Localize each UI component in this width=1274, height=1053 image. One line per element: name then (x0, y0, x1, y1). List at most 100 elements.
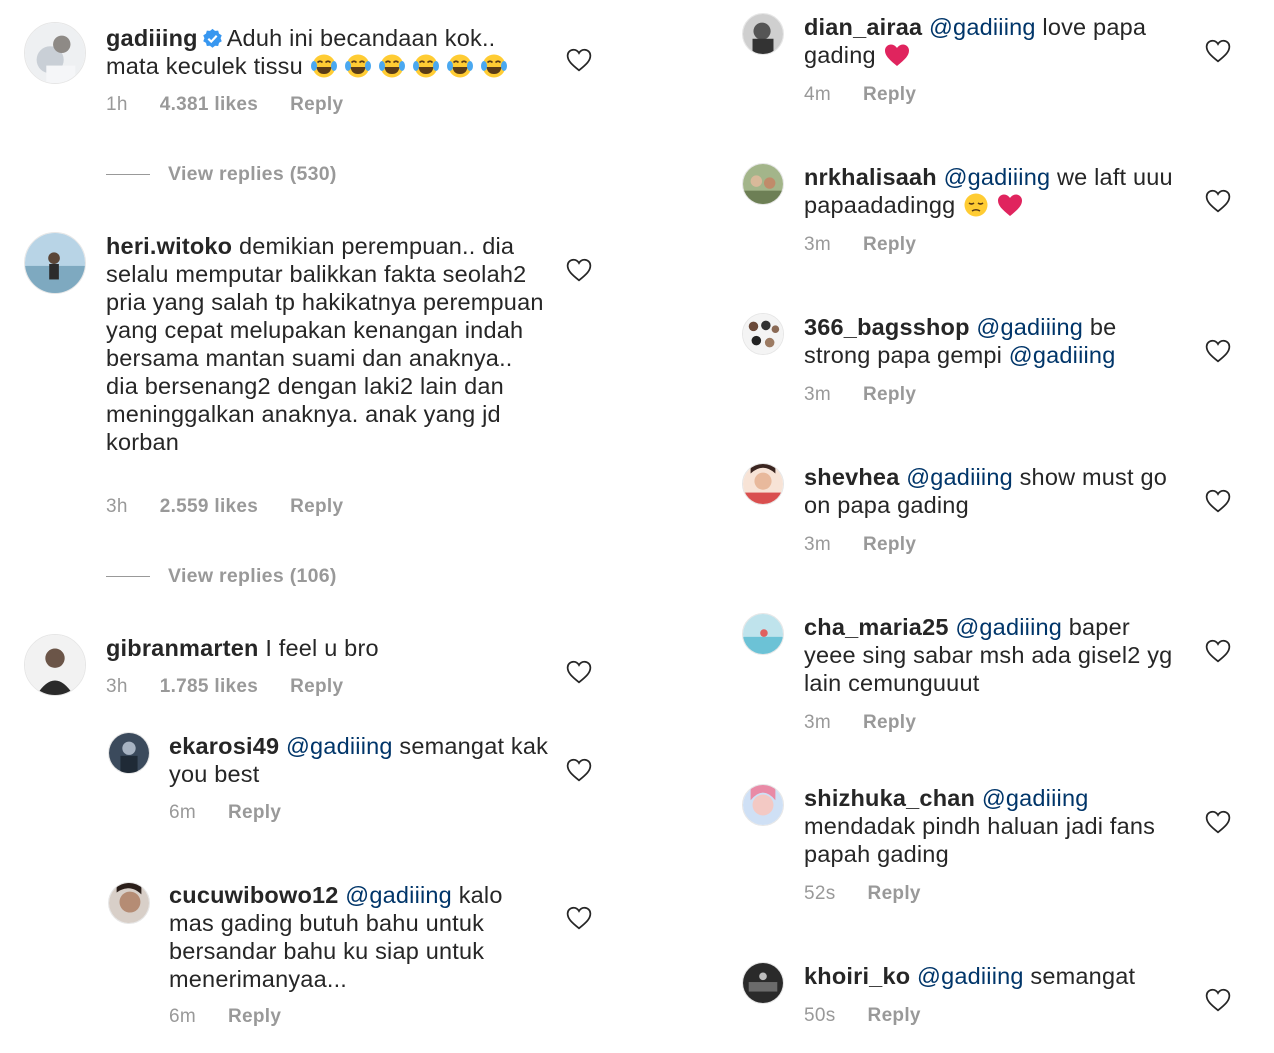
comment-text: gibranmarten I feel u bro (106, 635, 379, 661)
heart-outline-icon[interactable] (566, 48, 592, 72)
heart-outline-icon[interactable] (566, 660, 592, 684)
username[interactable]: 366_bagsshop (804, 314, 970, 340)
avatar[interactable] (742, 784, 784, 826)
comment-text: khoiri_ko @gadiiing semangat (804, 963, 1136, 989)
reply-button[interactable]: Reply (290, 496, 343, 517)
username[interactable]: cucuwibowo12 (169, 882, 339, 908)
view-replies-button[interactable]: View replies (106) (106, 565, 337, 588)
avatar[interactable] (742, 313, 784, 355)
reply-button[interactable]: Reply (228, 802, 281, 823)
comment-text: dian_airaa @gadiiing love papa gading (804, 14, 1147, 68)
face-with-tears-of-joy-emoji (446, 53, 474, 79)
avatar[interactable] (742, 163, 784, 205)
timestamp: 3m (804, 712, 831, 733)
avatar[interactable] (742, 463, 784, 505)
comment-meta: 6m Reply (169, 802, 313, 824)
username[interactable]: nrkhalisaah (804, 164, 937, 190)
like-count[interactable]: 4.381 likes (160, 94, 258, 115)
avatar[interactable] (24, 232, 86, 294)
timestamp: 6m (169, 802, 196, 823)
avatar[interactable] (24, 22, 86, 84)
reply-button[interactable]: Reply (868, 883, 921, 904)
mention-link[interactable]: @gadiiing (906, 464, 1013, 490)
comment-meta: 3h 2.559 likes Reply (106, 496, 375, 518)
timestamp: 3h (106, 496, 128, 517)
avatar[interactable] (742, 13, 784, 55)
username[interactable]: dian_airaa (804, 14, 922, 40)
timestamp: 1h (106, 94, 128, 115)
comment-meta: 3m Reply (804, 234, 948, 256)
reply-button[interactable]: Reply (863, 384, 916, 405)
reply-button[interactable]: Reply (863, 712, 916, 733)
comment-meta: 3h 1.785 likes Reply (106, 676, 375, 698)
comment-meta: 1h 4.381 likes Reply (106, 94, 375, 116)
username[interactable]: cha_maria25 (804, 614, 949, 640)
comment-text: shevhea @gadiiing show must go on papa g… (804, 464, 1167, 518)
comment-meta: 3m Reply (804, 712, 948, 734)
heart-outline-icon[interactable] (1205, 189, 1231, 213)
timestamp: 3m (804, 384, 831, 405)
username[interactable]: ekarosi49 (169, 733, 279, 759)
username[interactable]: gibranmarten (106, 635, 259, 661)
comment-text: ekarosi49 @gadiiing semangat kak you bes… (169, 733, 549, 787)
mention-link[interactable]: @gadiiing (345, 882, 452, 908)
heart-outline-icon[interactable] (1205, 639, 1231, 663)
reply-button[interactable]: Reply (290, 94, 343, 115)
comment-meta: 6m Reply (169, 1006, 313, 1028)
reply-button[interactable]: Reply (228, 1006, 281, 1027)
avatar[interactable] (108, 882, 150, 924)
username[interactable]: gadiiing (106, 25, 198, 51)
comment-meta: 3m Reply (804, 534, 948, 556)
mention-link[interactable]: @gadiiing (944, 164, 1051, 190)
divider (106, 576, 150, 577)
username[interactable]: shevhea (804, 464, 899, 490)
heart-outline-icon[interactable] (1205, 988, 1231, 1012)
reply-button[interactable]: Reply (863, 534, 916, 555)
comment-meta: 4m Reply (804, 84, 948, 106)
comment-meta: 52s Reply (804, 883, 953, 905)
username[interactable]: shizhuka_chan (804, 785, 975, 811)
reply-button[interactable]: Reply (290, 676, 343, 697)
mention-link[interactable]: @gadiiing (286, 733, 393, 759)
avatar[interactable] (24, 634, 86, 696)
timestamp: 6m (169, 1006, 196, 1027)
like-count[interactable]: 2.559 likes (160, 496, 258, 517)
mention-link[interactable]: @gadiiing (917, 963, 1024, 989)
view-replies-button[interactable]: View replies (530) (106, 163, 337, 186)
mention-link[interactable]: @gadiiing (929, 14, 1036, 40)
red-heart-emoji (883, 42, 911, 68)
reply-button[interactable]: Reply (863, 84, 916, 105)
timestamp: 3m (804, 234, 831, 255)
divider (106, 174, 150, 175)
username[interactable]: heri.witoko (106, 233, 232, 259)
comment-text: gadiiing Aduh ini becandaan kok.. mata ke… (106, 24, 546, 80)
heart-outline-icon[interactable] (1205, 39, 1231, 63)
username[interactable]: khoiri_ko (804, 963, 910, 989)
timestamp: 52s (804, 883, 836, 904)
face-with-tears-of-joy-emoji (310, 53, 338, 79)
heart-outline-icon[interactable] (1205, 489, 1231, 513)
avatar[interactable] (108, 732, 150, 774)
avatar[interactable] (742, 613, 784, 655)
avatar[interactable] (742, 962, 784, 1004)
heart-outline-icon[interactable] (566, 258, 592, 282)
heart-outline-icon[interactable] (1205, 339, 1231, 363)
comment-text: cucuwibowo12 @gadiiing kalo mas gading b… (169, 882, 503, 992)
reply-button[interactable]: Reply (868, 1005, 921, 1026)
heart-outline-icon[interactable] (566, 758, 592, 782)
mention-link[interactable]: @gadiiing (982, 785, 1089, 811)
mention-link[interactable]: @gadiiing (976, 314, 1083, 340)
like-count[interactable]: 1.785 likes (160, 676, 258, 697)
heart-outline-icon[interactable] (566, 906, 592, 930)
pensive-face-emoji (962, 192, 990, 218)
heart-outline-icon[interactable] (1205, 810, 1231, 834)
mention-link[interactable]: @gadiiing (1009, 342, 1116, 368)
mention-link[interactable]: @gadiiing (955, 614, 1062, 640)
comment-text: nrkhalisaah @gadiiing we laft uuu papaad… (804, 164, 1173, 218)
face-with-tears-of-joy-emoji (412, 53, 440, 79)
timestamp: 50s (804, 1005, 836, 1026)
comment-text: heri.witoko demikian perempuan.. dia sel… (106, 233, 544, 455)
comment-meta: 3m Reply (804, 384, 948, 406)
reply-button[interactable]: Reply (863, 234, 916, 255)
comment-text: shizhuka_chan @gadiiing mendadak pindh h… (804, 785, 1156, 867)
